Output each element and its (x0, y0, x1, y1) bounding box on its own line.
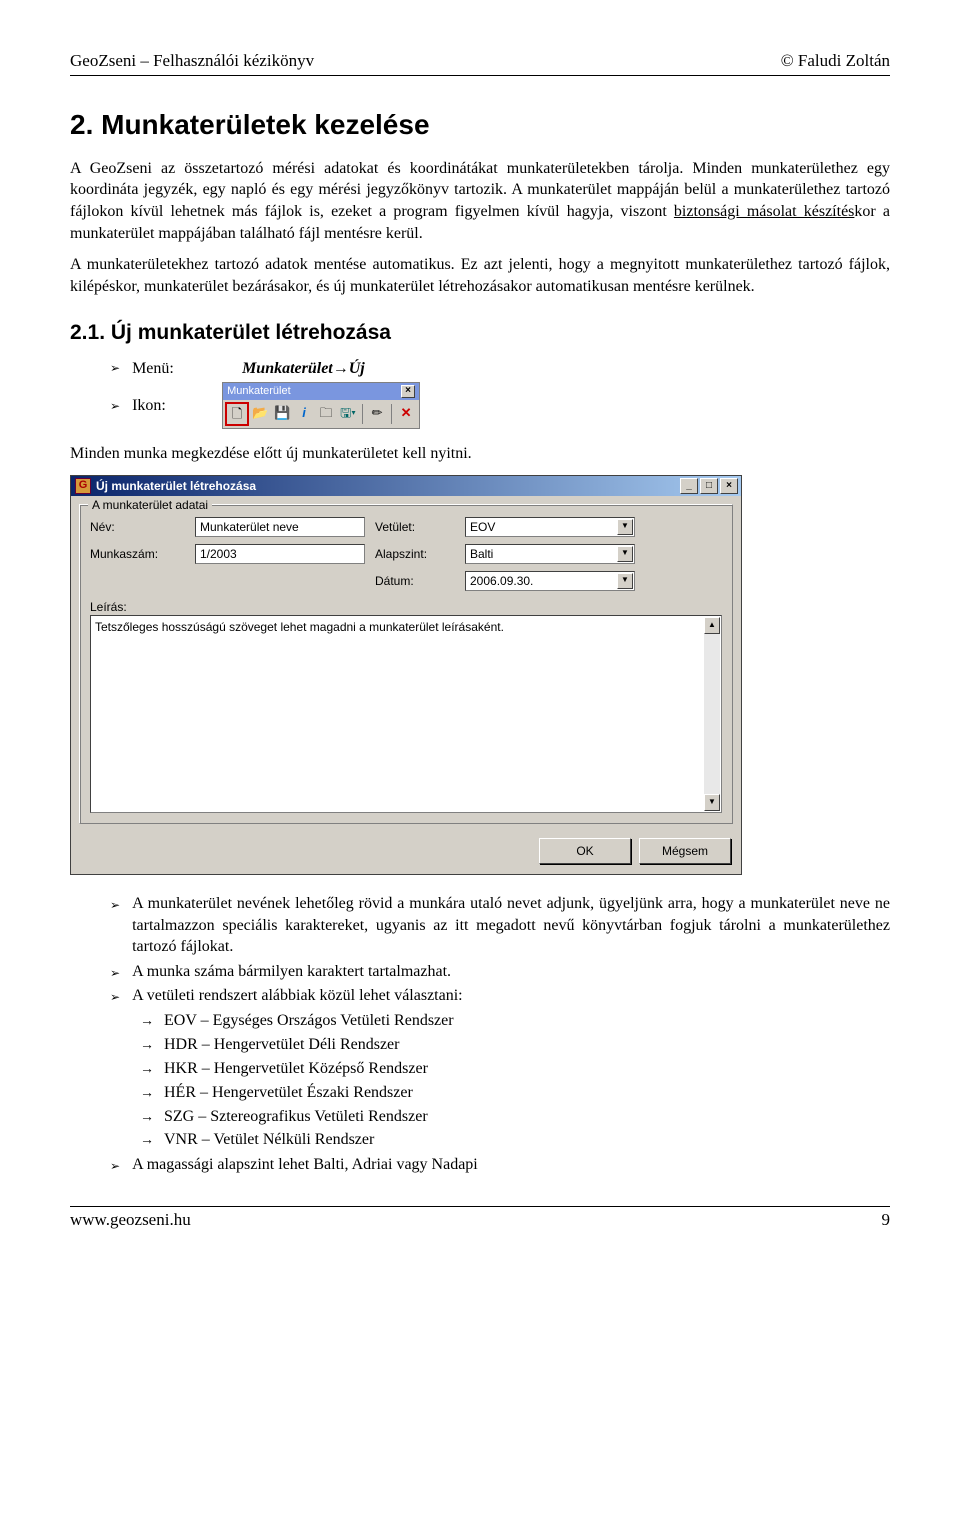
groupbox-data: A munkaterület adatai Név: Munkaterület … (79, 504, 733, 824)
label-alapszint: Alapszint: (375, 546, 455, 562)
heading-1: 2. Munkaterületek kezelése (70, 106, 890, 144)
footer-url: www.geozseni.hu (70, 1209, 191, 1232)
menu-list: ➢ Menü: Munkaterület→Új ➢ Ikon: Munkater… (110, 358, 890, 429)
note-item: A magassági alapszint lehet Balti, Adria… (132, 1154, 478, 1176)
label-vetulet: Vetület: (375, 519, 455, 535)
page-number: 9 (882, 1209, 891, 1232)
projection-item: EOV – Egységes Országos Vetületi Rendsze… (164, 1010, 454, 1032)
toolbar-separator (362, 404, 363, 424)
app-icon: G (75, 478, 91, 494)
bullet-icon: ➢ (110, 989, 120, 1005)
info-icon[interactable]: i (293, 402, 315, 424)
bullet-icon: ➢ (110, 1158, 120, 1174)
paragraph-intro: A GeoZseni az összetartozó mérési adatok… (70, 158, 890, 244)
chevron-down-icon[interactable]: ▼ (617, 573, 633, 589)
toolbar-title: Munkaterület (227, 384, 291, 399)
ok-button[interactable]: OK (539, 838, 631, 864)
label-leiras: Leírás: (90, 599, 722, 615)
toolbar: Munkaterület × 🗋 📂 💾 i 🗀 🖫▾ ✏ ✕ (222, 382, 420, 429)
disk-icon[interactable]: 🖫▾ (337, 402, 359, 424)
note-item: A munka száma bármilyen karaktert tartal… (132, 961, 451, 983)
scroll-down-icon[interactable]: ▼ (704, 794, 720, 811)
label-datum: Dátum: (375, 573, 455, 589)
input-datum[interactable]: 2006.09.30.▼ (465, 571, 635, 591)
menu-path: Munkaterület→Új (242, 358, 365, 380)
note-item: A munkaterület nevének lehetőleg rövid a… (132, 893, 890, 958)
header-right: © Faludi Zoltán (781, 50, 890, 73)
projection-item: SZG – Sztereografikus Vetületi Rendszer (164, 1106, 428, 1128)
label-munkaszam: Munkaszám: (90, 546, 185, 562)
paragraph-open: Minden munka megkezdése előtt új munkate… (70, 443, 890, 465)
bullet-icon: ➢ (110, 398, 120, 414)
bullet-icon: ➢ (110, 965, 120, 981)
toolbar-separator (391, 404, 392, 424)
paragraph-autosave: A munkaterületekhez tartozó adatok menté… (70, 254, 890, 297)
link-backup[interactable]: biztonsági másolat készítés (674, 203, 854, 220)
textarea-leiras[interactable]: Tetszőleges hosszúságú szöveget lehet ma… (90, 615, 722, 813)
arrow-icon: → (140, 1061, 154, 1080)
arrow-icon: → (140, 1109, 154, 1128)
delete-icon[interactable]: ✕ (395, 402, 417, 424)
groupbox-legend: A munkaterület adatai (88, 497, 212, 513)
new-file-icon[interactable]: 🗋 (225, 402, 249, 426)
cancel-button[interactable]: Mégsem (639, 838, 731, 864)
page-footer: www.geozseni.hu 9 (70, 1209, 890, 1232)
heading-2: 2.1. Új munkaterület létrehozása (70, 319, 890, 347)
arrow-icon: → (140, 1037, 154, 1056)
bullet-icon: ➢ (110, 897, 120, 913)
header-rule (70, 75, 890, 76)
scroll-up-icon[interactable]: ▲ (704, 617, 720, 634)
projection-item: HDR – Hengervetület Déli Rendszer (164, 1034, 399, 1056)
input-nev[interactable]: Munkaterület neve (195, 517, 365, 537)
page-header: GeoZseni – Felhasználói kézikönyv © Falu… (70, 50, 890, 73)
eraser-icon[interactable]: ✏ (366, 402, 388, 424)
note-item: A vetületi rendszert alábbiak közül lehe… (132, 985, 463, 1007)
projection-item: HKR – Hengervetület Középső Rendszer (164, 1058, 428, 1080)
chevron-down-icon[interactable]: ▼ (617, 546, 633, 562)
label-nev: Név: (90, 519, 185, 535)
projection-item: HÉR – Hengervetület Északi Rendszer (164, 1082, 413, 1104)
maximize-icon[interactable]: □ (700, 478, 718, 494)
dialog-title: Új munkaterület létrehozása (96, 478, 256, 494)
footer-rule (70, 1206, 890, 1207)
select-vetulet[interactable]: EOV▼ (465, 517, 635, 537)
arrow-icon: → (140, 1013, 154, 1032)
minimize-icon[interactable]: _ (680, 478, 698, 494)
arrow-icon: → (140, 1132, 154, 1151)
scrollbar[interactable]: ▲ ▼ (704, 617, 720, 811)
header-left: GeoZseni – Felhasználói kézikönyv (70, 50, 314, 73)
select-alapszint[interactable]: Balti▼ (465, 544, 635, 564)
input-munkaszam[interactable]: 1/2003 (195, 544, 365, 564)
dialog-new-workspace: G Új munkaterület létrehozása _ □ × A mu… (70, 475, 742, 875)
close-icon[interactable]: × (401, 385, 415, 398)
dialog-titlebar[interactable]: G Új munkaterület létrehozása _ □ × (71, 476, 741, 496)
ikon-label: Ikon: (132, 395, 212, 417)
menu-label: Menü: (132, 358, 212, 380)
open-folder-icon[interactable]: 📂 (249, 402, 271, 424)
chevron-down-icon[interactable]: ▼ (617, 519, 633, 535)
save-icon[interactable]: 💾 (271, 402, 293, 424)
projection-item: VNR – Vetület Nélküli Rendszer (164, 1129, 374, 1151)
folder-icon[interactable]: 🗀 (315, 402, 337, 424)
bullet-icon: ➢ (110, 360, 120, 376)
arrow-icon: → (140, 1085, 154, 1104)
close-icon[interactable]: × (720, 478, 738, 494)
notes-list: ➢ A munkaterület nevének lehetőleg rövid … (110, 893, 890, 1176)
